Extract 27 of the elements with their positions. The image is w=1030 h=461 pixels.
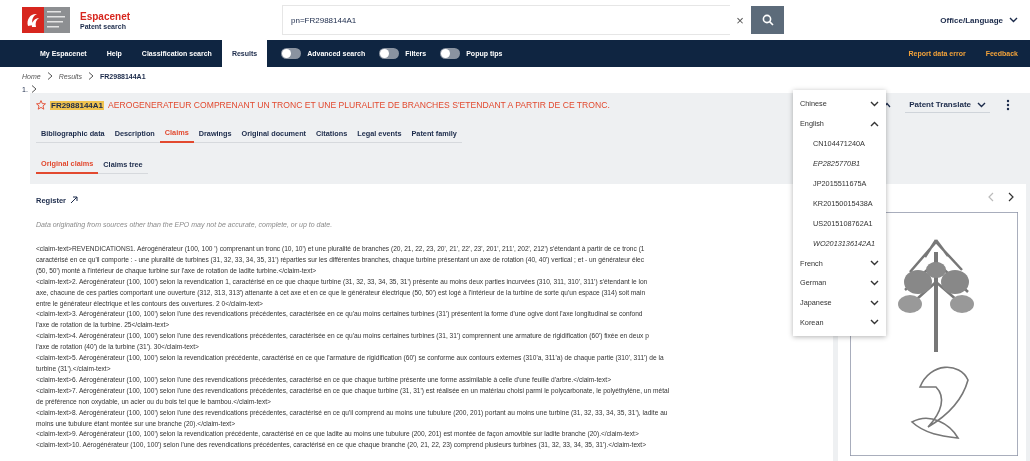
chevron-up-icon[interactable] (870, 120, 879, 127)
search-button[interactable] (751, 6, 784, 34)
document-number: FR2988144A1 (50, 100, 105, 110)
office-language-dropdown[interactable]: Office/Language (940, 15, 1018, 25)
chevron-down-icon[interactable] (977, 101, 986, 108)
toggle-switch[interactable] (440, 48, 461, 59)
chevron-down-icon[interactable] (1009, 17, 1018, 23)
star-icon[interactable] (36, 100, 46, 110)
chevron-icon (46, 72, 53, 80)
brand-name: Espacenet (80, 10, 131, 22)
chevron-down-icon[interactable] (870, 319, 879, 326)
chevron-down-icon[interactable] (870, 299, 879, 306)
chevron-icon (88, 72, 95, 80)
search-icon[interactable] (761, 14, 774, 26)
chevron-down-icon[interactable] (870, 279, 879, 286)
document-title: AEROGENERATEUR COMPRENANT UN TRONC ET UNE PLURALITE DE BRANCHES S'ETENDANT A PARTIR DE CE TRONC. (108, 100, 610, 110)
search-field[interactable]: pn=FR2988144A1 (283, 6, 729, 34)
chevron-down-icon[interactable] (870, 100, 879, 107)
more-icon[interactable] (1006, 99, 1010, 111)
chevron-down-icon[interactable] (870, 260, 879, 267)
translate-dropdown[interactable]: Patent Translate (905, 97, 990, 113)
toggle-switch[interactable] (281, 48, 302, 59)
external-link-icon[interactable] (70, 196, 78, 204)
logo-icon (22, 7, 70, 33)
next-icon[interactable] (1008, 192, 1014, 202)
chevron-icon[interactable] (30, 85, 37, 93)
toggle-switch[interactable] (379, 48, 400, 59)
